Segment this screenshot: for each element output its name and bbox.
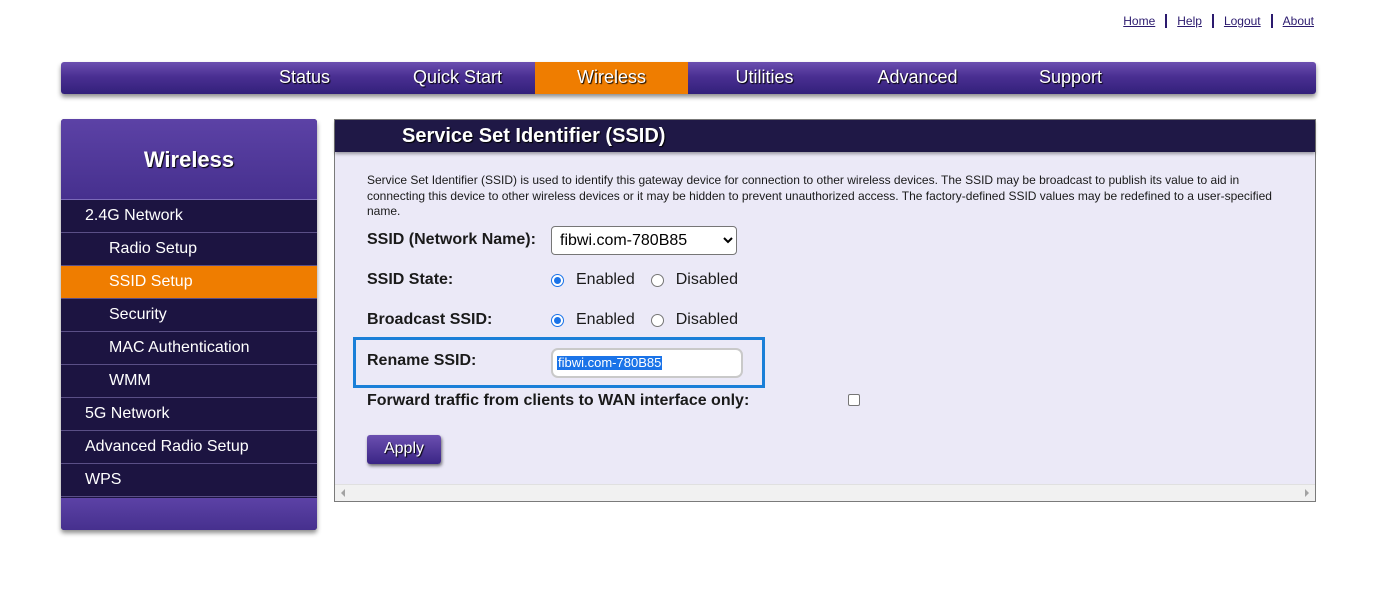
ssid-state-enabled-label: Enabled xyxy=(576,271,635,288)
scroll-left-icon[interactable] xyxy=(341,489,345,497)
sidebar-item-ssid-setup[interactable]: SSID Setup xyxy=(61,266,317,299)
tab-support[interactable]: Support xyxy=(994,62,1147,94)
ssid-state-label: SSID State: xyxy=(367,271,454,288)
about-link[interactable]: About xyxy=(1283,14,1314,28)
sidebar-item-wmm[interactable]: WMM xyxy=(61,365,317,398)
sidebar-item-wps[interactable]: WPS xyxy=(61,464,317,497)
ssid-state-radio-group: Enabled Disabled xyxy=(551,271,754,289)
ssid-select[interactable]: fibwi.com-780B85 xyxy=(551,226,737,255)
ssid-panel: Service Set Identifier (SSID) Service Se… xyxy=(334,119,1316,502)
broadcast-enabled-label: Enabled xyxy=(576,311,635,328)
ssid-network-name-label: SSID (Network Name): xyxy=(367,231,536,248)
home-link[interactable]: Home xyxy=(1123,14,1155,28)
broadcast-disabled-radio[interactable] xyxy=(650,313,664,327)
sidebar-item-mac-authentication[interactable]: MAC Authentication xyxy=(61,332,317,365)
tab-status[interactable]: Status xyxy=(228,62,381,94)
sidebar-title: Wireless xyxy=(61,119,317,200)
broadcast-ssid-label: Broadcast SSID: xyxy=(367,311,493,328)
rename-ssid-selected-text: fibwi.com-780B85 xyxy=(557,355,663,370)
sidebar-item-security[interactable]: Security xyxy=(61,299,317,332)
broadcast-ssid-radio-group: Enabled Disabled xyxy=(551,311,754,329)
ssid-state-enabled-radio[interactable] xyxy=(551,273,564,287)
sidebar-item-radio-setup[interactable]: Radio Setup xyxy=(61,233,317,266)
tab-utilities[interactable]: Utilities xyxy=(688,62,841,94)
scroll-right-icon[interactable] xyxy=(1305,489,1309,497)
ssid-state-disabled-radio[interactable] xyxy=(650,273,664,287)
rename-ssid-input[interactable]: fibwi.com-780B85 xyxy=(551,348,743,378)
broadcast-disabled-label: Disabled xyxy=(675,311,738,328)
page-description: Service Set Identifier (SSID) is used to… xyxy=(367,173,1272,218)
page-title: Service Set Identifier (SSID) xyxy=(335,120,1315,152)
horizontal-scrollbar[interactable] xyxy=(335,484,1315,501)
top-links: Home Help Logout About xyxy=(1123,14,1314,28)
sidebar-footer xyxy=(61,498,317,530)
main-nav: Status Quick Start Wireless Utilities Ad… xyxy=(61,62,1316,94)
link-separator xyxy=(1211,14,1214,28)
sidebar: Wireless 2.4G Network Radio Setup SSID S… xyxy=(61,119,317,530)
rename-ssid-label: Rename SSID: xyxy=(367,352,477,369)
tab-quick-start[interactable]: Quick Start xyxy=(381,62,534,94)
forward-traffic-label: Forward traffic from clients to WAN inte… xyxy=(367,392,750,409)
link-separator xyxy=(1270,14,1273,28)
forward-traffic-checkbox[interactable] xyxy=(848,394,860,406)
apply-button[interactable]: Apply xyxy=(367,435,441,464)
help-link[interactable]: Help xyxy=(1177,14,1202,28)
sidebar-item-5g-network[interactable]: 5G Network xyxy=(61,398,317,431)
sidebar-item-2-4g-network[interactable]: 2.4G Network xyxy=(61,200,317,233)
sidebar-item-advanced-radio-setup[interactable]: Advanced Radio Setup xyxy=(61,431,317,464)
tab-advanced[interactable]: Advanced xyxy=(841,62,994,94)
logout-link[interactable]: Logout xyxy=(1224,14,1261,28)
link-separator xyxy=(1165,14,1168,28)
tab-wireless[interactable]: Wireless xyxy=(535,62,688,94)
broadcast-enabled-radio[interactable] xyxy=(551,313,564,327)
ssid-state-disabled-label: Disabled xyxy=(675,271,738,288)
